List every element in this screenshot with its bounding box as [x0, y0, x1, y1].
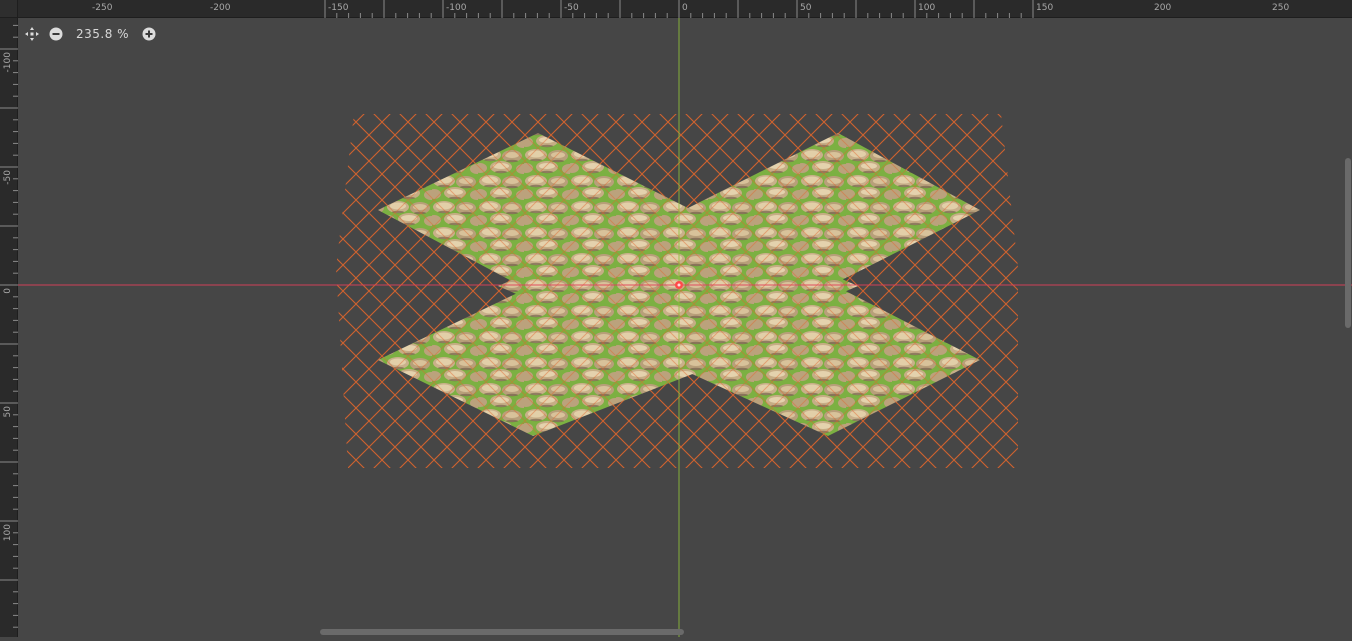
ruler-label: -100	[3, 52, 13, 73]
ruler-label: 50	[800, 3, 812, 13]
vertical-scrollbar[interactable]	[1345, 158, 1351, 328]
ruler-label: 150	[1036, 3, 1053, 13]
horizontal-ruler[interactable]: -250 -200 -150 -100 -50 0 50 100 150 200 250	[18, 0, 1352, 18]
vertical-ruler-ticks: -100 -50 0 50 100	[0, 24, 18, 628]
ruler-label: -150	[328, 3, 349, 13]
ruler-label: 200	[1154, 3, 1171, 13]
canvas-viewport[interactable]	[18, 18, 1352, 637]
ruler-label: -50	[3, 170, 13, 185]
ruler-label: 0	[3, 288, 13, 294]
center-view-icon[interactable]	[24, 26, 40, 42]
horizontal-ruler-ticks: -250 -200 -150 -100 -50 0 50 100 150 200 250	[92, 0, 1289, 18]
ruler-label: -100	[446, 3, 467, 13]
ruler-label: -50	[564, 3, 579, 13]
zoom-controls: 235.8 %	[24, 24, 157, 44]
ruler-label: 100	[918, 3, 935, 13]
ruler-label: 250	[1272, 3, 1289, 13]
ruler-label: 50	[3, 406, 13, 418]
zoom-in-icon[interactable]	[141, 26, 157, 42]
ruler-label: -250	[92, 3, 113, 13]
ruler-label: 100	[3, 524, 13, 541]
vertical-ruler[interactable]: -100 -50 0 50 100	[0, 18, 18, 637]
tile-canvas[interactable]	[18, 18, 1352, 637]
ruler-label: -200	[210, 3, 231, 13]
ruler-corner	[0, 0, 18, 18]
zoom-level-label[interactable]: 235.8 %	[72, 27, 133, 41]
zoom-out-icon[interactable]	[48, 26, 64, 42]
ruler-label: 0	[682, 3, 688, 13]
horizontal-scrollbar[interactable]	[320, 629, 684, 635]
